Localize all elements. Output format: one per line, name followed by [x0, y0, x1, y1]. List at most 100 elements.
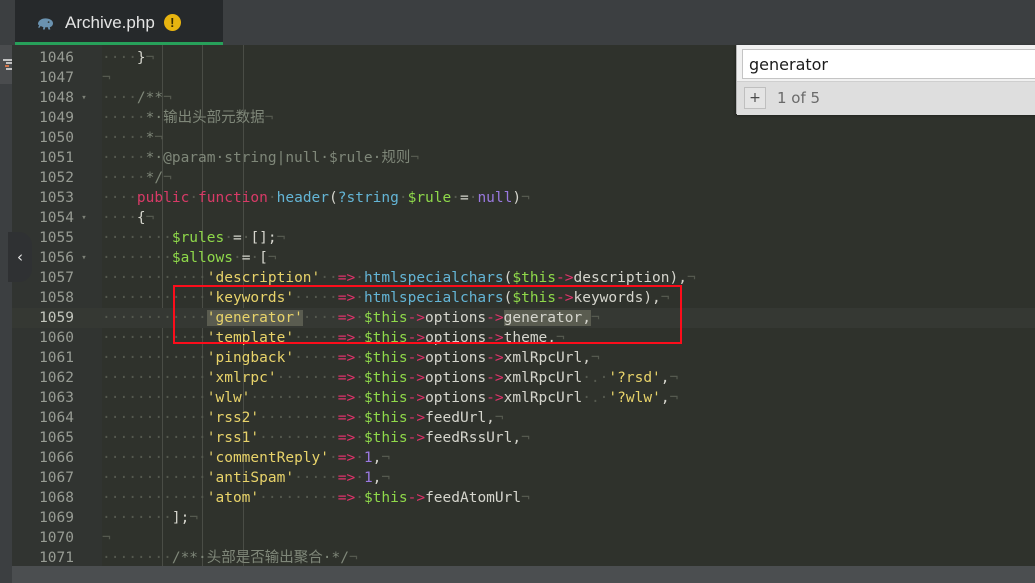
- code-token: theme,: [503, 330, 557, 346]
- code-line[interactable]: 1052 ·····*/¬: [12, 168, 1035, 188]
- code-token: ·········: [259, 490, 338, 506]
- code-line[interactable]: 1067 ············'antiSpam'·····=>·1,¬: [12, 468, 1035, 488]
- tab-archive-php[interactable]: Archive.php !: [15, 0, 223, 45]
- code-token: ·.·: [582, 390, 609, 406]
- code-line[interactable]: 1057 ············'description'··=>·htmlsp…: [12, 268, 1035, 288]
- code-line[interactable]: 1070 ¬: [12, 528, 1035, 548]
- code-line[interactable]: 1068 ············'atom'·········=>·$this-…: [12, 488, 1035, 508]
- code-line[interactable]: 1055 ········$rules·=·[];¬: [12, 228, 1035, 248]
- code-line-text: ········$allows·=·[¬: [102, 248, 277, 268]
- code-line[interactable]: 1051 ·····*·@param·string|null·$rule·规则¬: [12, 148, 1035, 168]
- code-token: ->: [407, 310, 426, 326]
- code-token: ->: [407, 330, 426, 346]
- code-line-text: ····{¬: [102, 208, 154, 228]
- code-token: feedAtomUrl: [425, 490, 522, 506]
- code-line[interactable]: 1056 ▾ ········$allows·=·[¬: [12, 248, 1035, 268]
- code-token: ········: [102, 250, 172, 266]
- horizontal-scrollbar[interactable]: [0, 566, 1035, 583]
- line-number: 1067: [39, 470, 74, 486]
- code-token: ·········: [259, 430, 338, 446]
- line-number: 1061: [39, 350, 74, 366]
- code-token: 'generator': [206, 310, 303, 326]
- code-token: [: [259, 250, 268, 266]
- code-line[interactable]: 1058 ············'keywords'·····=>·htmlsp…: [12, 288, 1035, 308]
- find-in-page-bar: + 1 of 5: [736, 45, 1035, 115]
- code-token: ·····: [102, 110, 146, 126]
- code-token: null: [477, 190, 513, 206]
- code-token: ····: [302, 310, 338, 326]
- code-token: ·: [355, 470, 364, 486]
- code-token: $this: [363, 370, 408, 386]
- code-token: ·: [267, 190, 277, 206]
- code-token: ············: [102, 490, 207, 506]
- line-number: 1051: [39, 150, 74, 166]
- code-token: ¬: [410, 150, 420, 166]
- code-token: keywords),: [573, 290, 661, 306]
- code-token: ¬: [521, 430, 530, 446]
- code-fold-toggle[interactable]: ▾: [78, 248, 90, 268]
- collapse-panel-chevron-left-icon[interactable]: ‹: [8, 232, 32, 282]
- code-token: =>: [337, 290, 356, 306]
- code-line[interactable]: 1059 ············'generator'····=>·$this-…: [12, 308, 1035, 328]
- code-line-text: ·····*·输出头部元数据¬: [102, 108, 273, 128]
- code-token: ·: [355, 390, 364, 406]
- code-line[interactable]: 1064 ············'rss2'·········=>·$this-…: [12, 408, 1035, 428]
- code-fold-toggle[interactable]: ▾: [78, 208, 90, 228]
- code-token: ····: [102, 50, 137, 66]
- code-line-text: ············'generator'····=>·$this->opt…: [102, 308, 600, 328]
- code-line-text: ·····*·@param·string|null·$rule·规则¬: [102, 148, 419, 168]
- code-token: ¬: [660, 290, 670, 306]
- code-line[interactable]: 1065 ············'rss1'·········=>·$this-…: [12, 428, 1035, 448]
- code-token: function: [198, 190, 268, 206]
- line-number: 1071: [39, 550, 74, 566]
- code-lines[interactable]: 1046 ····}¬ 1047 ¬ 1048 ▾ ····/**¬ 1049 ·····*·输…: [12, 45, 1035, 566]
- code-line-text: ············'pingback'·····=>·$this->opt…: [102, 348, 600, 368]
- code-token: ¬: [102, 530, 111, 546]
- code-token: =>: [337, 410, 356, 426]
- code-token: ·.·: [582, 370, 609, 386]
- code-token: ············: [102, 390, 207, 406]
- code-line-text: ············'wlw'··········=>·$this->opt…: [102, 388, 678, 408]
- line-number: 1070: [39, 530, 74, 546]
- search-input[interactable]: [742, 49, 1035, 79]
- code-line[interactable]: 1061 ············'pingback'·····=>·$this-…: [12, 348, 1035, 368]
- code-line-text: ············'antiSpam'·····=>·1,¬: [102, 468, 390, 488]
- code-line[interactable]: 1060 ············'template'·····=>·$this-…: [12, 328, 1035, 348]
- line-number: 1047: [39, 70, 74, 86]
- code-line[interactable]: 1054 ▾ ····{¬: [12, 208, 1035, 228]
- code-token: ¬: [381, 470, 391, 486]
- code-token: ¬: [381, 450, 391, 466]
- code-token: 'rss1': [206, 430, 260, 446]
- code-token: xmlRpcUrl: [503, 370, 583, 386]
- left-tool-stripe: [0, 45, 12, 583]
- code-line[interactable]: 1071 ········/**·头部是否输出聚合·*/¬: [12, 548, 1035, 566]
- code-token: ············: [102, 450, 207, 466]
- code-editor[interactable]: 1046 ····}¬ 1047 ¬ 1048 ▾ ····/**¬ 1049 ·····*·输…: [12, 45, 1035, 566]
- code-token: ·: [355, 450, 364, 466]
- code-fold-toggle[interactable]: ▾: [78, 88, 90, 108]
- code-token: ············: [102, 430, 207, 446]
- code-token: '?wlw': [608, 390, 661, 406]
- code-token: $this: [512, 290, 557, 306]
- code-token: ·········: [259, 410, 338, 426]
- code-token: ············: [102, 270, 207, 286]
- code-line[interactable]: 1066 ············'commentReply'·=>·1,¬: [12, 448, 1035, 468]
- editor-tab-bar: Archive.php !: [0, 0, 1035, 45]
- code-line[interactable]: 1063 ············'wlw'··········=>·$this-…: [12, 388, 1035, 408]
- code-token: 'wlw': [206, 390, 251, 406]
- code-token: $this: [363, 430, 408, 446]
- code-token: $this: [363, 390, 408, 406]
- code-line-text: ····public·function·header(?string·$rule…: [102, 188, 530, 208]
- line-number: 1062: [39, 370, 74, 386]
- add-search-field-button[interactable]: +: [744, 87, 766, 109]
- code-line[interactable]: 1050 ·····*¬: [12, 128, 1035, 148]
- code-line[interactable]: 1069 ········];¬: [12, 508, 1035, 528]
- code-token: 'keywords': [206, 290, 295, 306]
- code-line[interactable]: 1062 ············'xmlrpc'·······=>·$this-…: [12, 368, 1035, 388]
- code-line-text: ············'keywords'·····=>·htmlspecia…: [102, 288, 670, 308]
- code-token: ·: [355, 370, 364, 386]
- code-token: =>: [337, 470, 356, 486]
- code-token: ·····: [294, 290, 338, 306]
- code-token: ¬: [267, 250, 277, 266]
- code-line[interactable]: 1053 ····public·function·header(?string·$…: [12, 188, 1035, 208]
